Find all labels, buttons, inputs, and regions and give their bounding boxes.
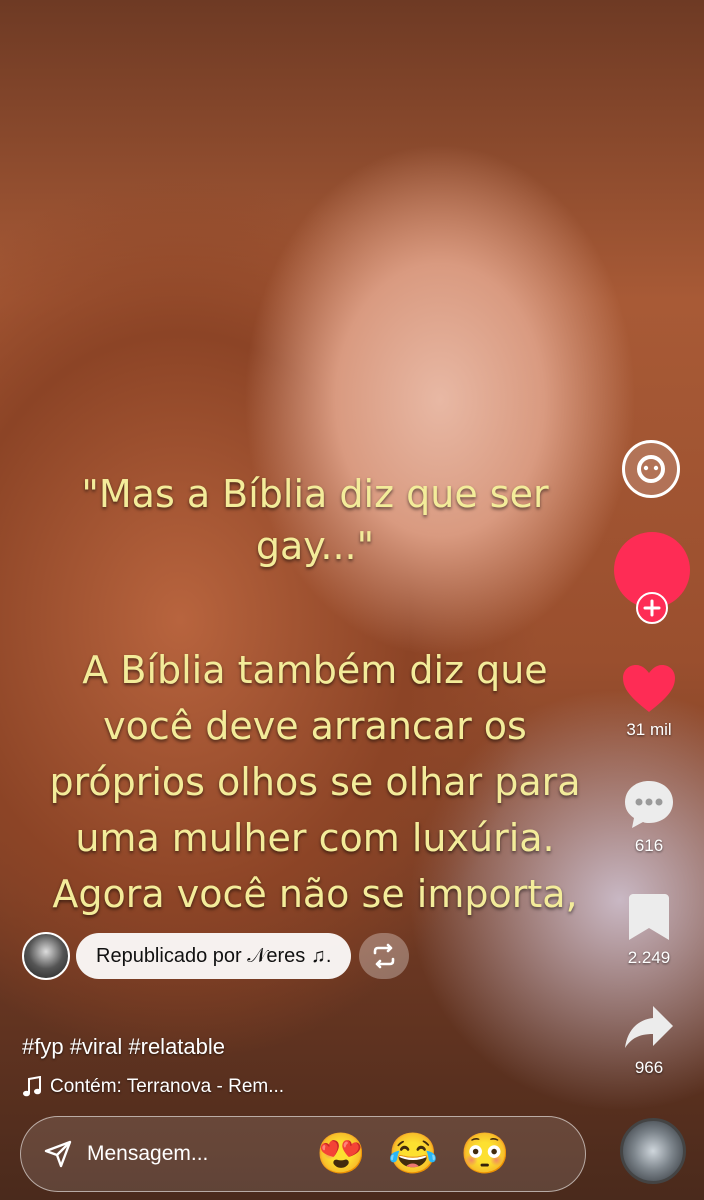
heart-icon [623,665,675,712]
caption-answer-line: uma mulher com luxúria. [75,816,555,860]
bookmark-button[interactable]: 2.249 [614,892,684,968]
send-icon [44,1140,72,1168]
like-button[interactable]: 31 mil [614,664,684,740]
reposter-avatar[interactable] [22,932,70,980]
emoji-laughing[interactable]: 😂 [388,1130,438,1178]
caption-answer-line: Agora você não se importa, [52,872,578,916]
music-info[interactable]: Contém: Terranova - Rem... [22,1076,284,1098]
message-input[interactable]: Mensagem... [87,1142,208,1166]
share-count: 966 [634,1058,664,1077]
repost-button[interactable] [359,933,410,979]
like-count: 31 mil [626,720,672,739]
hashtags[interactable]: #fyp #viral #relatable [22,1034,225,1060]
caption-answer-line: A Bíblia também diz que [82,648,548,692]
video-screen[interactable]: "Mas a Bíblia diz que ser gay..." A Bíbl… [0,0,704,1200]
comment-icon [625,781,673,828]
caption-answer-line: próprios olhos se olhar para [49,760,581,804]
follow-plus-icon [643,599,661,617]
emoji-heart-eyes[interactable]: 😍 [316,1130,366,1178]
caption-answer: A Bíblia também diz que você deve arranc… [0,642,630,922]
repost-label-pill[interactable]: Republicado por 𝒩eres ♫. [76,933,352,979]
search-button[interactable] [622,440,680,498]
sound-disc[interactable] [620,1118,686,1184]
music-note-icon [23,1076,41,1097]
music-title: Contém: Terranova - Rem... [50,1076,285,1097]
save-count: 2.249 [627,948,671,967]
emoji-flushed[interactable]: 😳 [460,1130,510,1178]
comment-count: 616 [634,836,664,855]
share-button[interactable]: 966 [614,1004,684,1078]
caption-quote-line: "Mas a Bíblia diz que ser [81,472,549,516]
search-icon [637,455,665,483]
repost-label: Republicado por 𝒩eres ♫. [96,944,332,967]
caption-quote-line: gay..." [255,524,375,568]
caption-quote: "Mas a Bíblia diz que ser gay..." [0,468,630,572]
bookmark-icon [629,894,669,940]
follow-button[interactable] [636,592,668,624]
repost-bar: Republicado por 𝒩eres ♫. [22,932,410,980]
repost-icon [374,943,395,969]
caption-answer-line: você deve arrancar os [103,704,527,748]
share-icon [625,1006,673,1048]
comment-button[interactable]: 616 [614,778,684,856]
